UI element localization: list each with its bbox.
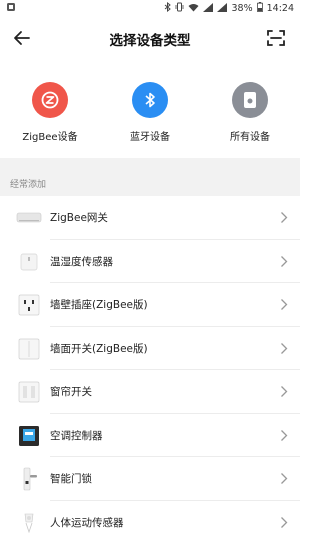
list-item-motion-sensor[interactable]: 人体运动传感器 <box>0 500 300 533</box>
list-item-curtain-switch[interactable]: 窗帘开关 <box>0 370 300 414</box>
section-label: 经常添加 <box>10 180 47 190</box>
all-devices-label: 所有设备 <box>230 132 270 143</box>
frequently-added-header: 经常添加 <box>0 168 300 196</box>
vibrate-icon <box>175 2 184 15</box>
battery-percent: 38% <box>231 3 253 14</box>
list-item-wall-switch[interactable]: 墙面开关(ZigBee版) <box>0 326 300 370</box>
list-item-ac-controller[interactable]: 空调控制器 <box>0 413 300 457</box>
chevron-right-icon <box>281 212 288 223</box>
signal-icon-2 <box>217 2 228 15</box>
all-devices-icon <box>232 82 268 118</box>
curtain-switch-icon <box>16 379 42 405</box>
status-bar: 38% 14:24 <box>0 0 300 16</box>
wall-socket-icon <box>16 292 42 318</box>
scan-button[interactable] <box>264 26 288 50</box>
page-title: 选择设备类型 <box>109 33 191 49</box>
chevron-right-icon <box>281 516 288 528</box>
list-item-temp-humidity-sensor[interactable]: 温湿度传感器 <box>0 239 300 283</box>
bluetooth-status-icon <box>164 1 172 15</box>
list-item-label: 温湿度传感器 <box>50 255 113 268</box>
zigbee-device-label: ZigBee设备 <box>22 132 78 143</box>
zigbee-icon <box>32 82 68 118</box>
device-list: ZigBee网关 温湿度传感器 墙壁插座(ZigBee版) 墙面开关(ZigBe… <box>0 196 300 533</box>
notification-icon <box>6 2 16 15</box>
wall-switch-icon <box>16 336 42 362</box>
signal-icon-1 <box>203 2 214 15</box>
device-type-shortcuts: ZigBee设备 蓝牙设备 所有设备 <box>0 62 300 158</box>
door-lock-icon <box>16 466 42 492</box>
chevron-right-icon <box>281 255 288 267</box>
list-item-label: 智能门锁 <box>50 473 92 485</box>
list-item-label: 墙壁插座(ZigBee版) <box>50 299 148 311</box>
chevron-right-icon <box>281 429 288 441</box>
wifi-icon <box>188 3 199 15</box>
list-item-label: 空调控制器 <box>50 429 103 442</box>
humidity-sensor-icon <box>16 249 42 275</box>
chevron-right-icon <box>281 473 288 484</box>
list-item-wall-socket[interactable]: 墙壁插座(ZigBee版) <box>0 283 300 327</box>
section-gap <box>0 158 300 168</box>
header: 选择设备类型 <box>0 16 300 60</box>
list-item-smart-door-lock[interactable]: 智能门锁 <box>0 457 300 501</box>
bluetooth-device-option[interactable]: 蓝牙设备 <box>100 62 200 158</box>
status-indicators: 38% 14:24 <box>164 1 294 15</box>
scan-icon <box>267 30 285 46</box>
list-item-label: 人体运动传感器 <box>50 516 124 529</box>
chevron-right-icon <box>281 386 288 397</box>
list-item-label: 墙面开关(ZigBee版) <box>50 342 148 355</box>
ac-controller-icon <box>16 423 42 449</box>
bluetooth-device-label: 蓝牙设备 <box>130 132 170 143</box>
all-devices-option[interactable]: 所有设备 <box>200 62 300 158</box>
bluetooth-icon <box>132 82 168 118</box>
list-item-label: 窗帘开关 <box>50 386 92 398</box>
chevron-right-icon <box>281 299 288 310</box>
chevron-right-icon <box>281 342 288 354</box>
gateway-icon <box>16 205 42 231</box>
zigbee-device-option[interactable]: ZigBee设备 <box>0 62 100 158</box>
list-item-label: ZigBee网关 <box>50 212 108 224</box>
list-item-gateway[interactable]: ZigBee网关 <box>0 196 300 240</box>
battery-icon <box>256 2 263 15</box>
clock: 14:24 <box>266 3 294 14</box>
motion-sensor-icon <box>16 510 42 533</box>
